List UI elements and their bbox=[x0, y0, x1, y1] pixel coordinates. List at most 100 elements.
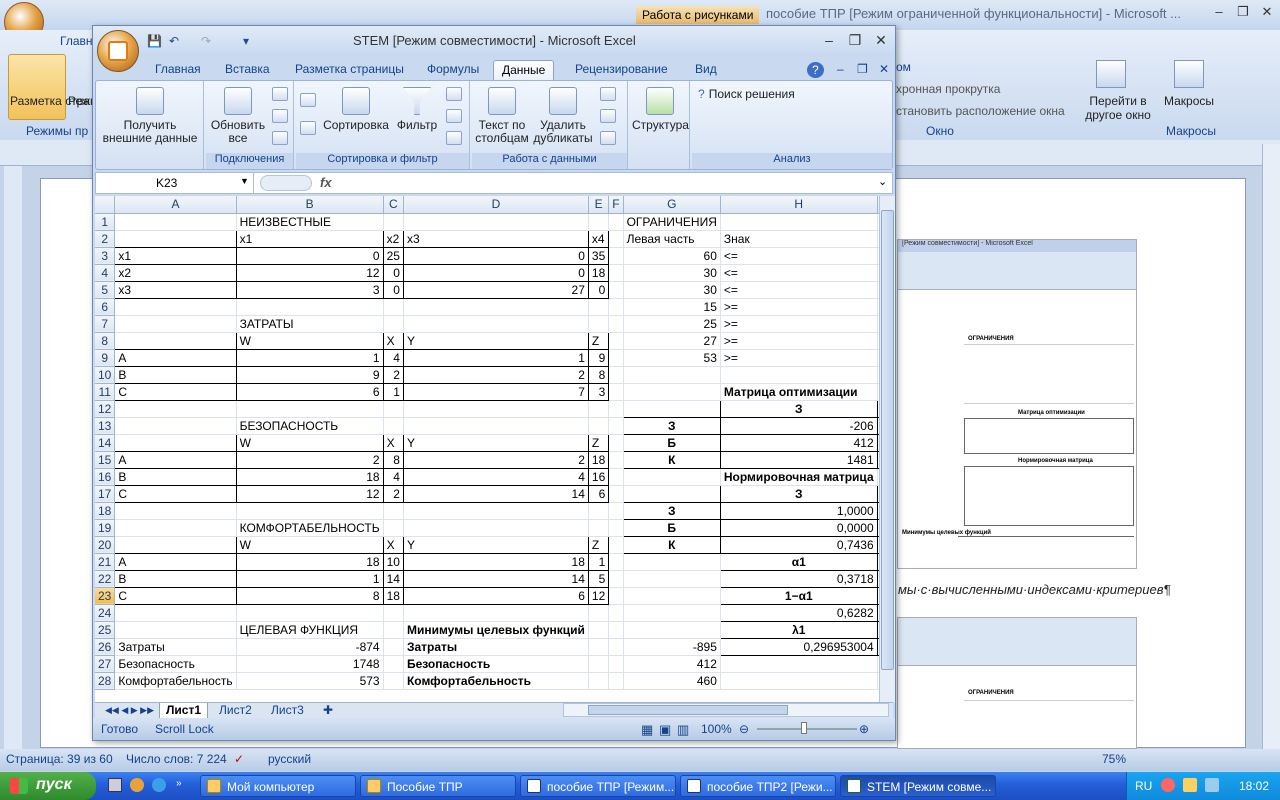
cell-h10[interactable] bbox=[720, 366, 878, 384]
zoom-out-icon[interactable]: ⊖ bbox=[739, 722, 749, 736]
cell-e8[interactable]: Z bbox=[587, 331, 610, 350]
word-sync-scroll-label[interactable]: хронная прокрутка bbox=[896, 82, 1000, 96]
cell-f13[interactable] bbox=[608, 417, 624, 435]
cell-d4[interactable]: 0 bbox=[402, 263, 589, 282]
cell-b7[interactable]: ЗАТРАТЫ bbox=[236, 315, 384, 333]
sort-descending-icon[interactable] bbox=[300, 121, 316, 135]
cell-f17[interactable] bbox=[608, 485, 624, 503]
cell-a28[interactable]: Комфортабельность bbox=[114, 672, 237, 690]
cell-a20[interactable] bbox=[114, 535, 237, 554]
cell-c15[interactable]: 8 bbox=[382, 450, 404, 469]
cell-a10[interactable]: B bbox=[114, 365, 237, 384]
row-header[interactable]: 8 bbox=[95, 332, 116, 350]
cell-f14[interactable] bbox=[608, 434, 624, 452]
cell-h7[interactable]: >= bbox=[720, 315, 878, 333]
excel-minimize-button[interactable]: – bbox=[819, 32, 839, 48]
cell-a4[interactable]: x2 bbox=[114, 263, 237, 282]
tab-review[interactable]: Рецензирование bbox=[567, 60, 676, 80]
cell-b24[interactable] bbox=[236, 604, 384, 622]
row-header[interactable]: 17 bbox=[95, 485, 116, 503]
consolidate-icon[interactable] bbox=[600, 109, 616, 123]
cell-c3[interactable]: 25 bbox=[382, 246, 404, 265]
cell-a11[interactable]: C bbox=[114, 382, 237, 401]
cell-c21[interactable]: 10 bbox=[382, 552, 404, 571]
cell-h14[interactable]: 412 bbox=[719, 433, 878, 452]
formula-input[interactable] bbox=[340, 173, 876, 193]
cell-e1[interactable] bbox=[588, 213, 610, 231]
cell-c14[interactable]: X bbox=[382, 433, 404, 452]
row-header[interactable]: 18 bbox=[95, 502, 116, 520]
clock[interactable]: 18:02 bbox=[1239, 779, 1269, 793]
cell-e16[interactable]: 16 bbox=[587, 467, 610, 486]
cell-e27[interactable] bbox=[588, 655, 610, 673]
cell-b28[interactable]: 573 bbox=[236, 672, 384, 690]
cell-f24[interactable] bbox=[608, 604, 624, 622]
cell-g28[interactable]: 460 bbox=[623, 672, 721, 690]
cell-h21[interactable]: α1 bbox=[719, 552, 878, 571]
cell-h24[interactable]: 0,6282 bbox=[719, 603, 878, 622]
cell-a12[interactable] bbox=[114, 400, 237, 418]
cell-a15[interactable]: A bbox=[114, 450, 237, 469]
cell-f19[interactable] bbox=[608, 519, 624, 537]
cell-e13[interactable] bbox=[588, 417, 610, 435]
column-header-h[interactable]: H bbox=[720, 196, 878, 214]
cell-c12[interactable] bbox=[383, 400, 404, 418]
cell-c17[interactable]: 2 bbox=[382, 484, 404, 503]
cell-a19[interactable] bbox=[114, 519, 237, 537]
page-break-view-icon[interactable]: ▥ bbox=[677, 722, 689, 738]
cell-b2[interactable]: x1 bbox=[235, 229, 384, 248]
select-all-corner[interactable] bbox=[95, 196, 116, 214]
cell-f26[interactable] bbox=[608, 638, 624, 656]
zoom-slider[interactable] bbox=[757, 728, 857, 730]
cell-a22[interactable]: B bbox=[114, 569, 237, 588]
cell-c23[interactable]: 18 bbox=[382, 586, 404, 605]
network-icon[interactable] bbox=[1183, 778, 1197, 792]
word-tab-home[interactable]: Главн bbox=[60, 34, 93, 48]
excel-vertical-scrollbar[interactable] bbox=[879, 196, 895, 702]
zoom-in-icon[interactable]: ⊕ bbox=[859, 722, 869, 736]
cell-d16[interactable]: 4 bbox=[402, 467, 589, 486]
cell-c9[interactable]: 4 bbox=[382, 348, 404, 367]
sort-button[interactable]: Сортировка bbox=[320, 87, 392, 132]
edit-links-icon[interactable] bbox=[272, 131, 288, 145]
cell-a8[interactable] bbox=[114, 331, 237, 350]
cell-e14[interactable]: Z bbox=[587, 433, 610, 452]
cell-g21[interactable] bbox=[623, 553, 721, 571]
cell-d28[interactable]: Комфортабельность bbox=[403, 672, 589, 690]
cell-h25[interactable]: λ1 bbox=[719, 620, 878, 639]
cell-g5[interactable]: 30 bbox=[623, 281, 721, 299]
name-box-dropdown-icon[interactable]: ▼ bbox=[240, 176, 249, 186]
cell-b27[interactable]: 1748 bbox=[236, 655, 384, 673]
cell-c13[interactable] bbox=[383, 417, 404, 435]
cell-b11[interactable]: 6 bbox=[235, 382, 384, 401]
customize-qat-icon[interactable]: ▾ bbox=[243, 34, 249, 48]
cell-c16[interactable]: 4 bbox=[382, 467, 404, 486]
cell-g14[interactable]: Б bbox=[622, 433, 721, 452]
cell-h18[interactable]: 1,0000 bbox=[719, 501, 878, 520]
cell-c10[interactable]: 2 bbox=[382, 365, 404, 384]
quicklaunch-expand-icon[interactable]: » bbox=[176, 778, 182, 789]
cell-d7[interactable] bbox=[403, 315, 589, 333]
cell-g18[interactable]: З bbox=[622, 501, 721, 520]
cell-e19[interactable] bbox=[588, 519, 610, 537]
cell-g19[interactable]: Б bbox=[622, 518, 721, 537]
language-indicator[interactable]: RU bbox=[1135, 779, 1152, 793]
cell-e2[interactable]: x4 bbox=[587, 229, 610, 248]
normal-view-icon[interactable]: ▦ bbox=[641, 722, 653, 738]
cell-g8[interactable]: 27 bbox=[623, 332, 721, 350]
column-header-a[interactable]: A bbox=[114, 196, 237, 214]
row-header[interactable]: 21 bbox=[95, 553, 116, 571]
cell-b17[interactable]: 12 bbox=[235, 484, 384, 503]
cell-b6[interactable] bbox=[236, 298, 384, 316]
cell-g4[interactable]: 30 bbox=[623, 264, 721, 282]
taskbar-item-excel[interactable]: STEM [Режим совме... bbox=[840, 775, 996, 797]
row-header[interactable]: 28 bbox=[95, 672, 116, 690]
cell-d12[interactable] bbox=[403, 400, 589, 418]
cell-h8[interactable]: >= bbox=[720, 332, 878, 350]
column-header-c[interactable]: C bbox=[383, 196, 404, 214]
cell-h13[interactable]: -206 bbox=[719, 416, 878, 435]
cell-e10[interactable]: 8 bbox=[587, 365, 610, 384]
sheet-tab-2[interactable]: Лист2 bbox=[213, 703, 258, 719]
cell-d19[interactable] bbox=[403, 519, 589, 537]
cell-e22[interactable]: 5 bbox=[587, 569, 610, 588]
